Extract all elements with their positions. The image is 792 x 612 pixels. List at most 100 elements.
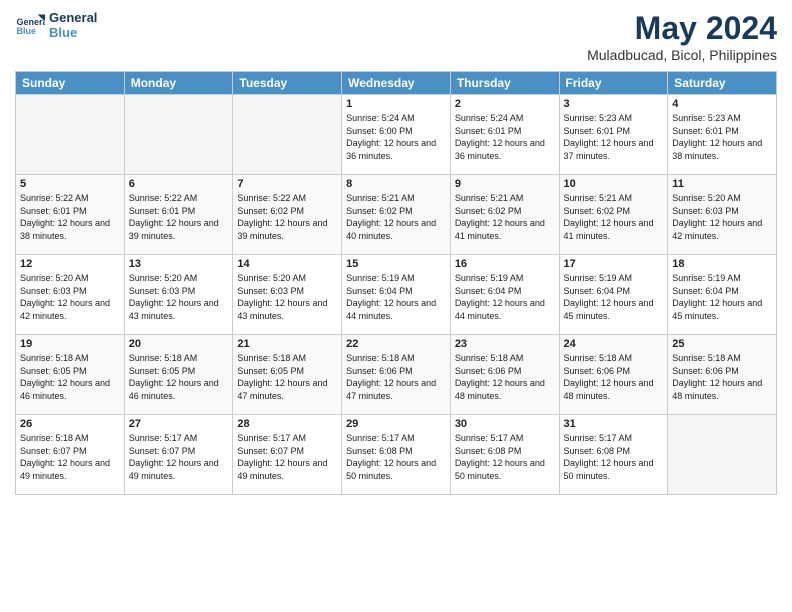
- day-info: Sunrise: 5:21 AM Sunset: 6:02 PM Dayligh…: [455, 192, 555, 242]
- day-number: 14: [237, 258, 337, 270]
- day-number: 7: [237, 178, 337, 190]
- day-info: Sunrise: 5:24 AM Sunset: 6:00 PM Dayligh…: [346, 112, 446, 162]
- logo: General Blue General Blue: [15, 10, 97, 40]
- day-number: 11: [672, 178, 772, 190]
- calendar-cell: [16, 95, 125, 175]
- day-number: 30: [455, 418, 555, 430]
- day-info: Sunrise: 5:22 AM Sunset: 6:01 PM Dayligh…: [129, 192, 229, 242]
- day-number: 29: [346, 418, 446, 430]
- day-number: 26: [20, 418, 120, 430]
- calendar-cell: 9 Sunrise: 5:21 AM Sunset: 6:02 PM Dayli…: [450, 175, 559, 255]
- col-thursday: Thursday: [450, 72, 559, 95]
- month-title: May 2024: [587, 10, 777, 47]
- day-number: 4: [672, 98, 772, 110]
- calendar-cell: 7 Sunrise: 5:22 AM Sunset: 6:02 PM Dayli…: [233, 175, 342, 255]
- calendar-cell: 29 Sunrise: 5:17 AM Sunset: 6:08 PM Dayl…: [342, 415, 451, 495]
- day-number: 21: [237, 338, 337, 350]
- calendar-week-2: 12 Sunrise: 5:20 AM Sunset: 6:03 PM Dayl…: [16, 255, 777, 335]
- calendar-cell: 16 Sunrise: 5:19 AM Sunset: 6:04 PM Dayl…: [450, 255, 559, 335]
- calendar: Sunday Monday Tuesday Wednesday Thursday…: [15, 71, 777, 495]
- calendar-week-0: 1 Sunrise: 5:24 AM Sunset: 6:00 PM Dayli…: [16, 95, 777, 175]
- day-info: Sunrise: 5:18 AM Sunset: 6:05 PM Dayligh…: [129, 352, 229, 402]
- day-info: Sunrise: 5:18 AM Sunset: 6:06 PM Dayligh…: [455, 352, 555, 402]
- calendar-cell: 23 Sunrise: 5:18 AM Sunset: 6:06 PM Dayl…: [450, 335, 559, 415]
- day-info: Sunrise: 5:20 AM Sunset: 6:03 PM Dayligh…: [672, 192, 772, 242]
- day-number: 24: [564, 338, 664, 350]
- day-info: Sunrise: 5:17 AM Sunset: 6:08 PM Dayligh…: [564, 432, 664, 482]
- day-number: 1: [346, 98, 446, 110]
- logo-blue: Blue: [49, 25, 97, 40]
- day-info: Sunrise: 5:18 AM Sunset: 6:06 PM Dayligh…: [346, 352, 446, 402]
- day-info: Sunrise: 5:17 AM Sunset: 6:08 PM Dayligh…: [346, 432, 446, 482]
- calendar-cell: 6 Sunrise: 5:22 AM Sunset: 6:01 PM Dayli…: [124, 175, 233, 255]
- calendar-cell: 21 Sunrise: 5:18 AM Sunset: 6:05 PM Dayl…: [233, 335, 342, 415]
- calendar-cell: 26 Sunrise: 5:18 AM Sunset: 6:07 PM Dayl…: [16, 415, 125, 495]
- calendar-cell: 24 Sunrise: 5:18 AM Sunset: 6:06 PM Dayl…: [559, 335, 668, 415]
- day-number: 12: [20, 258, 120, 270]
- col-sunday: Sunday: [16, 72, 125, 95]
- calendar-week-1: 5 Sunrise: 5:22 AM Sunset: 6:01 PM Dayli…: [16, 175, 777, 255]
- day-info: Sunrise: 5:20 AM Sunset: 6:03 PM Dayligh…: [237, 272, 337, 322]
- day-number: 19: [20, 338, 120, 350]
- calendar-cell: 27 Sunrise: 5:17 AM Sunset: 6:07 PM Dayl…: [124, 415, 233, 495]
- header: General Blue General Blue May 2024 Mulad…: [15, 10, 777, 63]
- calendar-header-row: Sunday Monday Tuesday Wednesday Thursday…: [16, 72, 777, 95]
- day-info: Sunrise: 5:18 AM Sunset: 6:05 PM Dayligh…: [20, 352, 120, 402]
- day-info: Sunrise: 5:18 AM Sunset: 6:05 PM Dayligh…: [237, 352, 337, 402]
- day-number: 27: [129, 418, 229, 430]
- day-info: Sunrise: 5:22 AM Sunset: 6:02 PM Dayligh…: [237, 192, 337, 242]
- day-number: 5: [20, 178, 120, 190]
- day-number: 10: [564, 178, 664, 190]
- day-info: Sunrise: 5:17 AM Sunset: 6:08 PM Dayligh…: [455, 432, 555, 482]
- day-number: 16: [455, 258, 555, 270]
- day-info: Sunrise: 5:24 AM Sunset: 6:01 PM Dayligh…: [455, 112, 555, 162]
- day-info: Sunrise: 5:19 AM Sunset: 6:04 PM Dayligh…: [455, 272, 555, 322]
- col-wednesday: Wednesday: [342, 72, 451, 95]
- day-info: Sunrise: 5:23 AM Sunset: 6:01 PM Dayligh…: [564, 112, 664, 162]
- col-friday: Friday: [559, 72, 668, 95]
- calendar-cell: 30 Sunrise: 5:17 AM Sunset: 6:08 PM Dayl…: [450, 415, 559, 495]
- calendar-week-3: 19 Sunrise: 5:18 AM Sunset: 6:05 PM Dayl…: [16, 335, 777, 415]
- day-number: 18: [672, 258, 772, 270]
- day-info: Sunrise: 5:17 AM Sunset: 6:07 PM Dayligh…: [237, 432, 337, 482]
- day-info: Sunrise: 5:19 AM Sunset: 6:04 PM Dayligh…: [564, 272, 664, 322]
- day-info: Sunrise: 5:18 AM Sunset: 6:06 PM Dayligh…: [672, 352, 772, 402]
- calendar-cell: 14 Sunrise: 5:20 AM Sunset: 6:03 PM Dayl…: [233, 255, 342, 335]
- calendar-cell: 13 Sunrise: 5:20 AM Sunset: 6:03 PM Dayl…: [124, 255, 233, 335]
- calendar-cell: 4 Sunrise: 5:23 AM Sunset: 6:01 PM Dayli…: [668, 95, 777, 175]
- calendar-cell: 3 Sunrise: 5:23 AM Sunset: 6:01 PM Dayli…: [559, 95, 668, 175]
- col-saturday: Saturday: [668, 72, 777, 95]
- calendar-cell: [668, 415, 777, 495]
- day-info: Sunrise: 5:19 AM Sunset: 6:04 PM Dayligh…: [346, 272, 446, 322]
- calendar-cell: 19 Sunrise: 5:18 AM Sunset: 6:05 PM Dayl…: [16, 335, 125, 415]
- calendar-cell: 11 Sunrise: 5:20 AM Sunset: 6:03 PM Dayl…: [668, 175, 777, 255]
- calendar-cell: 18 Sunrise: 5:19 AM Sunset: 6:04 PM Dayl…: [668, 255, 777, 335]
- day-number: 17: [564, 258, 664, 270]
- calendar-cell: 31 Sunrise: 5:17 AM Sunset: 6:08 PM Dayl…: [559, 415, 668, 495]
- calendar-cell: 1 Sunrise: 5:24 AM Sunset: 6:00 PM Dayli…: [342, 95, 451, 175]
- day-info: Sunrise: 5:21 AM Sunset: 6:02 PM Dayligh…: [564, 192, 664, 242]
- day-info: Sunrise: 5:17 AM Sunset: 6:07 PM Dayligh…: [129, 432, 229, 482]
- day-number: 23: [455, 338, 555, 350]
- calendar-cell: 17 Sunrise: 5:19 AM Sunset: 6:04 PM Dayl…: [559, 255, 668, 335]
- day-info: Sunrise: 5:18 AM Sunset: 6:07 PM Dayligh…: [20, 432, 120, 482]
- col-monday: Monday: [124, 72, 233, 95]
- calendar-cell: 25 Sunrise: 5:18 AM Sunset: 6:06 PM Dayl…: [668, 335, 777, 415]
- day-number: 22: [346, 338, 446, 350]
- day-info: Sunrise: 5:20 AM Sunset: 6:03 PM Dayligh…: [20, 272, 120, 322]
- day-info: Sunrise: 5:22 AM Sunset: 6:01 PM Dayligh…: [20, 192, 120, 242]
- day-number: 3: [564, 98, 664, 110]
- calendar-cell: 28 Sunrise: 5:17 AM Sunset: 6:07 PM Dayl…: [233, 415, 342, 495]
- day-number: 28: [237, 418, 337, 430]
- col-tuesday: Tuesday: [233, 72, 342, 95]
- calendar-cell: [124, 95, 233, 175]
- calendar-cell: 10 Sunrise: 5:21 AM Sunset: 6:02 PM Dayl…: [559, 175, 668, 255]
- calendar-week-4: 26 Sunrise: 5:18 AM Sunset: 6:07 PM Dayl…: [16, 415, 777, 495]
- day-number: 2: [455, 98, 555, 110]
- day-number: 8: [346, 178, 446, 190]
- calendar-cell: 15 Sunrise: 5:19 AM Sunset: 6:04 PM Dayl…: [342, 255, 451, 335]
- day-info: Sunrise: 5:21 AM Sunset: 6:02 PM Dayligh…: [346, 192, 446, 242]
- day-number: 13: [129, 258, 229, 270]
- day-number: 25: [672, 338, 772, 350]
- calendar-cell: 12 Sunrise: 5:20 AM Sunset: 6:03 PM Dayl…: [16, 255, 125, 335]
